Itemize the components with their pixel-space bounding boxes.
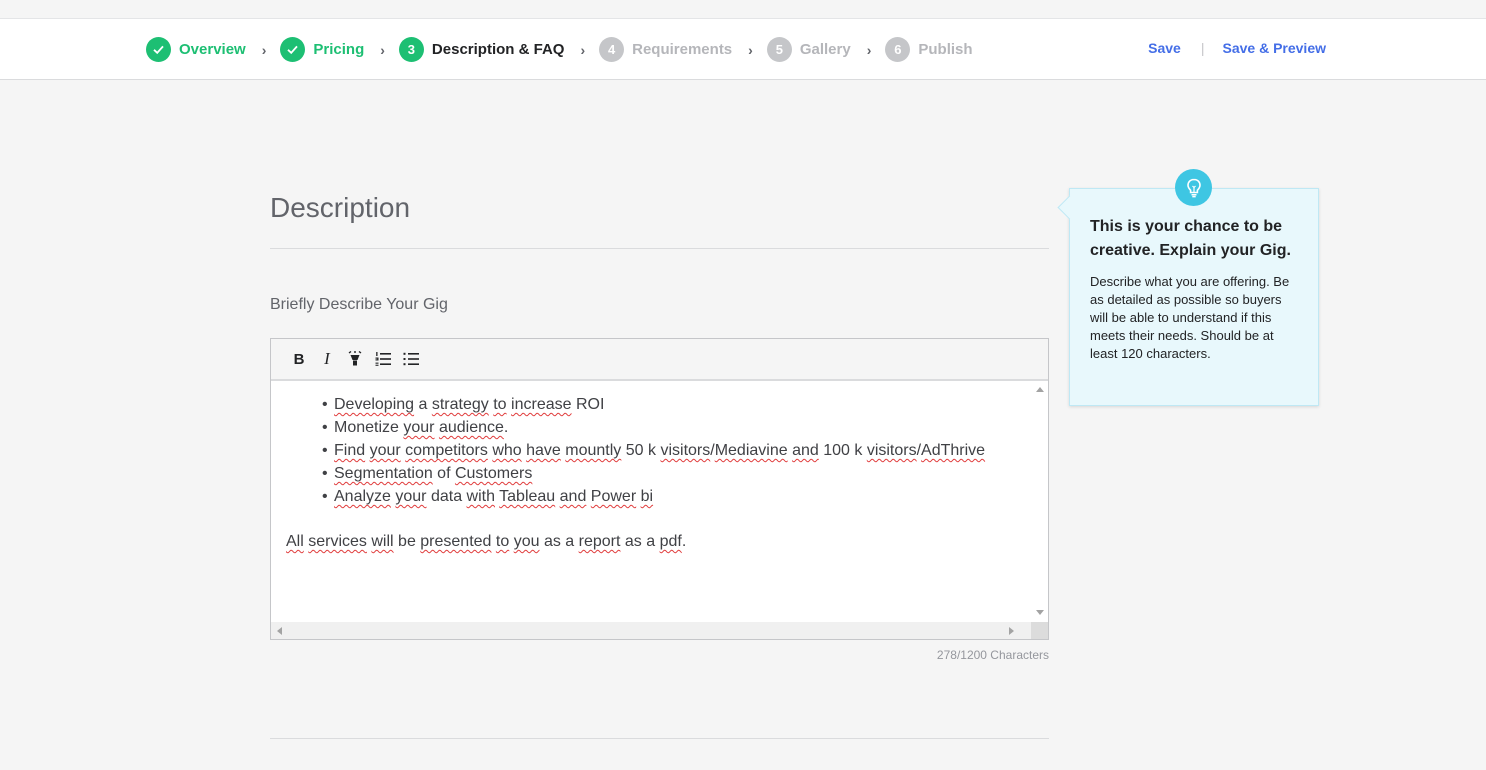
section-title: Description [270, 192, 411, 223]
resize-corner[interactable] [1031, 622, 1048, 639]
scroll-left-icon[interactable] [277, 627, 282, 635]
step-label: Overview [179, 41, 246, 58]
step-label: Description & FAQ [431, 41, 565, 58]
tip-title: This is your chance to be creative. Expl… [1090, 218, 1291, 259]
chevron-right-icon: › [748, 41, 753, 58]
separator: | [1200, 40, 1205, 56]
highlighter-icon [348, 351, 362, 366]
scroll-down-icon[interactable] [1036, 610, 1044, 615]
step-number: 3 [398, 37, 424, 62]
bullet-list-icon [403, 352, 419, 366]
chevron-right-icon: › [580, 41, 586, 58]
step-description[interactable]: 3 Description & FAQ [398, 37, 565, 62]
horizontal-scrollbar[interactable] [271, 622, 1032, 639]
step-nav: Overview › Pricing › 3 Description & FAQ… [146, 37, 973, 62]
ordered-list-button[interactable] [369, 347, 397, 371]
tip-card: This is your chance to be creative. Expl… [1069, 188, 1319, 406]
wizard-header: Overview › Pricing › 3 Description & FAQ… [0, 18, 1486, 80]
step-overview[interactable]: Overview [146, 37, 246, 62]
paragraph: All services will be presented to you as… [286, 533, 687, 550]
editor-content[interactable]: Developing a strategy to increase ROI Mo… [271, 381, 1032, 621]
step-number: 4 [599, 37, 625, 62]
divider [270, 248, 1049, 249]
list-item: Find your competitors who have mountly 5… [322, 439, 1017, 462]
step-label: Requirements [632, 41, 733, 58]
list-item: Developing a strategy to increase ROI [322, 393, 1017, 416]
save-preview-link[interactable]: Save & Preview [1222, 40, 1326, 56]
list-item: Segmentation of Customers [322, 462, 1017, 485]
field-label: Briefly Describe Your Gig [270, 296, 448, 313]
step-gallery[interactable]: 5 Gallery [766, 37, 851, 62]
step-label: Gallery [799, 41, 851, 58]
scroll-up-icon[interactable] [1036, 387, 1044, 392]
editor-toolbar: B I [271, 339, 1048, 381]
check-icon [146, 37, 171, 62]
divider [270, 738, 1049, 739]
character-counter: 278/1200 Characters [936, 648, 1049, 662]
tip-body: Describe what you are offering. Be as de… [1090, 274, 1290, 361]
step-number: 5 [766, 37, 792, 62]
step-label: Pricing [313, 41, 365, 58]
chevron-right-icon: › [866, 41, 872, 58]
step-pricing[interactable]: Pricing [280, 37, 364, 62]
list-item: Monetize your audience. [322, 416, 1017, 439]
check-icon [280, 37, 306, 62]
italic-button[interactable]: I [313, 347, 341, 371]
numbered-list-icon [375, 352, 391, 366]
highlight-button[interactable] [341, 347, 369, 371]
header-actions: Save | Save & Preview [1148, 40, 1326, 56]
bullet-list: Developing a strategy to increase ROI Mo… [286, 393, 1017, 508]
step-requirements[interactable]: 4 Requirements [599, 37, 732, 62]
chevron-right-icon: › [380, 41, 385, 58]
vertical-scrollbar[interactable] [1031, 381, 1048, 621]
step-label: Publish [918, 41, 973, 58]
bullet-list-button[interactable] [397, 347, 425, 371]
chevron-right-icon: › [261, 41, 267, 58]
list-item: Analyze your data with Tableau and Power… [322, 485, 1017, 508]
rich-text-editor[interactable]: B I • Developing a strategy to increase … [270, 338, 1049, 640]
save-link[interactable]: Save [1148, 40, 1181, 56]
step-number: 6 [885, 37, 911, 62]
step-publish[interactable]: 6 Publish [885, 37, 973, 62]
bold-button[interactable]: B [285, 347, 313, 371]
lightbulb-icon [1175, 169, 1212, 206]
scroll-right-icon[interactable] [1009, 627, 1014, 635]
